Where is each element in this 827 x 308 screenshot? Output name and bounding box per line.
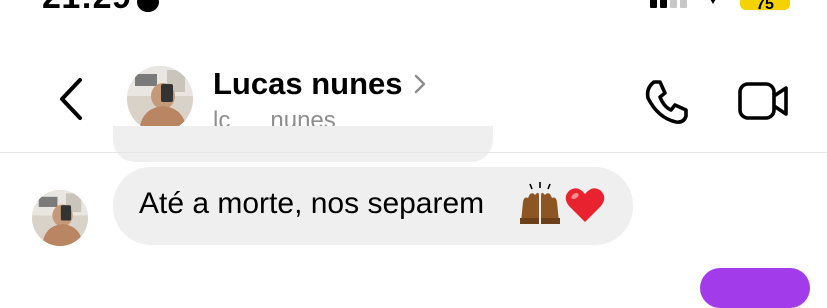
status-bar: 21:29 75 (0, 0, 827, 14)
audio-call-button[interactable] (640, 76, 692, 128)
raising-hands-emoji (520, 182, 560, 224)
phone-icon (645, 80, 688, 124)
red-heart-emoji (565, 188, 605, 222)
video-camera-icon (738, 82, 788, 120)
back-button[interactable] (52, 74, 92, 124)
avatar-photo (127, 66, 193, 132)
wifi-icon (710, 0, 716, 4)
focus-indicator-icon (137, 0, 159, 12)
sender-avatar[interactable] (32, 190, 88, 246)
outgoing-message-bubble[interactable] (700, 268, 810, 308)
previous-message-bubble (113, 126, 493, 162)
status-time: 21:29 (42, 0, 131, 14)
contact-name-link[interactable]: Lucas nunes (213, 66, 427, 102)
contact-name: Lucas nunes (213, 66, 403, 101)
signal-strength-icon (650, 0, 690, 8)
avatar-photo (32, 190, 88, 246)
battery-indicator: 75 (740, 0, 790, 10)
video-call-button[interactable] (736, 78, 792, 126)
chevron-right-icon (414, 74, 425, 94)
message-bubble[interactable]: Até a morte, nos separem (113, 167, 633, 245)
back-chevron-icon (60, 78, 82, 120)
header-divider (0, 152, 827, 153)
message-text: Até a morte, nos separem (139, 187, 485, 220)
contact-avatar[interactable] (127, 66, 193, 132)
